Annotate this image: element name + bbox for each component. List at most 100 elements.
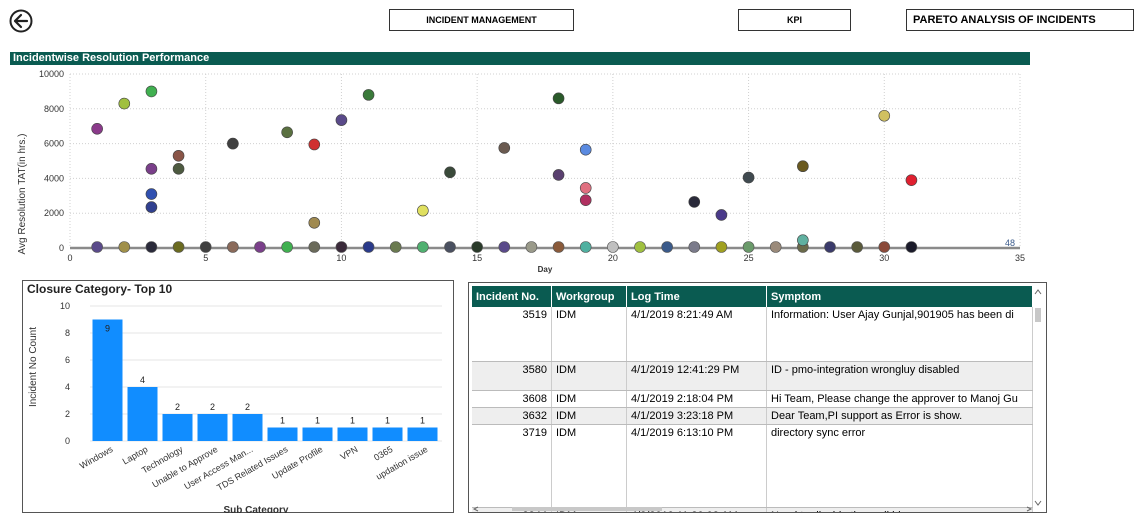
scatter-point[interactable] [878, 241, 891, 253]
scatter-point[interactable] [851, 241, 863, 253]
table-row[interactable]: 3632 IDM 4/1/2019 3:23:18 PM Dear Team,PI s… [472, 407, 1033, 425]
incident-management-button[interactable]: INCIDENT MANAGEMENT [389, 9, 574, 31]
log-time-cell: 4/1/2019 12:41:29 PM [626, 361, 767, 391]
scatter-point[interactable] [118, 241, 131, 253]
workgroup-cell: IDM [551, 407, 627, 425]
incident-no-cell: 3580 [472, 361, 552, 391]
scatter-point[interactable] [471, 241, 483, 253]
scatter-point[interactable] [742, 241, 755, 253]
scatter-point[interactable] [335, 114, 348, 126]
scatter-point[interactable] [145, 85, 158, 98]
scatter-point[interactable] [145, 188, 158, 200]
scatter-point[interactable] [335, 241, 348, 253]
bar-y-tick: 10 [60, 301, 70, 311]
scatter-point[interactable] [145, 163, 158, 175]
incident-no-cell: 3519 [472, 307, 552, 362]
scatter-point[interactable] [552, 92, 565, 105]
scatter-point[interactable] [172, 149, 185, 162]
scatter-point[interactable] [688, 241, 701, 253]
scatter-point[interactable] [417, 241, 429, 253]
kpi-button[interactable]: KPI [738, 9, 851, 31]
scatter-point[interactable] [118, 97, 131, 110]
scatter-point[interactable] [254, 241, 266, 253]
scatter-point[interactable] [498, 142, 511, 154]
bar[interactable] [92, 319, 123, 442]
scatter-point[interactable] [444, 166, 456, 179]
scatter-y-tick: 6000 [44, 139, 64, 149]
scatter-y-tick: 10000 [39, 69, 64, 79]
scatter-point[interactable] [362, 241, 375, 253]
scatter-point[interactable] [172, 241, 185, 253]
scatter-point[interactable] [715, 241, 728, 253]
scatter-point[interactable] [797, 234, 809, 246]
scatter-point[interactable] [878, 109, 891, 122]
scatter-y-tick: 2000 [44, 208, 64, 218]
scatter-point[interactable] [308, 216, 321, 229]
scatter-point[interactable] [172, 163, 185, 175]
bar-data-label: 2 [175, 402, 180, 412]
scatter-point[interactable] [742, 171, 755, 184]
bar[interactable] [162, 414, 193, 441]
scatter-point[interactable] [362, 89, 375, 101]
bar[interactable] [127, 387, 158, 441]
col-symptom[interactable]: Symptom [766, 286, 1033, 307]
scatter-end-label: 48 [1005, 238, 1015, 248]
scatter-point[interactable] [579, 241, 592, 253]
scatter-point[interactable] [498, 241, 511, 253]
scatter-x-tick: 20 [608, 253, 618, 263]
table-horizontal-scrollbar[interactable] [472, 506, 1033, 512]
scatter-point[interactable] [281, 126, 293, 139]
scatter-point[interactable] [905, 174, 918, 186]
bar-data-label: 1 [280, 416, 285, 426]
scatter-point[interactable] [634, 241, 646, 253]
scatter-point[interactable] [227, 241, 239, 253]
scatter-point[interactable] [145, 201, 158, 213]
scatter-point[interactable] [769, 241, 782, 253]
scatter-point[interactable] [227, 137, 239, 150]
scatter-point[interactable] [607, 241, 619, 253]
scatter-point[interactable] [579, 194, 592, 206]
bar[interactable] [267, 427, 298, 442]
table-row[interactable]: 3519 IDM 4/1/2019 8:21:49 AM Information: U… [472, 307, 1033, 362]
scatter-point[interactable] [417, 204, 429, 217]
table-row[interactable]: 3580 IDM 4/1/2019 12:41:29 PM ID - pmo-inte… [472, 361, 1033, 391]
bar[interactable] [197, 414, 228, 441]
scatter-x-tick: 0 [67, 253, 72, 263]
scatter-point[interactable] [91, 123, 103, 135]
col-incident-no[interactable]: Incident No. [472, 286, 552, 307]
scatter-point[interactable] [688, 196, 701, 208]
scatter-point[interactable] [661, 241, 673, 253]
bar[interactable] [407, 427, 438, 442]
bar-y-tick: 4 [65, 382, 70, 392]
scatter-y-axis-label: Avg Resolution TAT(in hrs.) [17, 134, 28, 255]
scatter-point[interactable] [579, 182, 592, 194]
bar[interactable] [302, 427, 333, 442]
bar[interactable] [232, 414, 263, 441]
scatter-point[interactable] [145, 241, 158, 253]
symptom-cell: ID - pmo-integration wrongluy disabled [766, 361, 1033, 391]
scatter-point[interactable] [525, 241, 538, 253]
scatter-point[interactable] [715, 209, 728, 221]
col-log-time[interactable]: Log Time [626, 286, 767, 307]
table-row[interactable]: 3719 IDM 4/1/2019 6:13:10 PM directory sync… [472, 424, 1033, 508]
table-vertical-scrollbar[interactable] [1033, 288, 1043, 508]
scatter-point[interactable] [91, 241, 103, 253]
scatter-point[interactable] [797, 160, 809, 173]
bar[interactable] [372, 427, 403, 442]
scatter-point[interactable] [389, 241, 402, 253]
back-arrow-icon[interactable] [9, 9, 33, 33]
scatter-point[interactable] [905, 241, 918, 253]
scatter-point[interactable] [552, 169, 565, 181]
scatter-point[interactable] [824, 241, 836, 253]
bar[interactable] [337, 427, 368, 442]
scatter-point[interactable] [579, 143, 592, 156]
scatter-point[interactable] [308, 241, 321, 253]
scatter-point[interactable] [281, 241, 293, 253]
scatter-point[interactable] [552, 241, 565, 253]
col-workgroup[interactable]: Workgroup [551, 286, 627, 307]
scatter-point[interactable] [199, 241, 212, 253]
pareto-analysis-button[interactable]: PARETO ANALYSIS OF INCIDENTS [906, 9, 1134, 31]
table-row[interactable]: 3608 IDM 4/1/2019 2:18:04 PM Hi Team, Pleas… [472, 390, 1033, 408]
scatter-point[interactable] [444, 241, 456, 253]
scatter-point[interactable] [308, 138, 321, 151]
